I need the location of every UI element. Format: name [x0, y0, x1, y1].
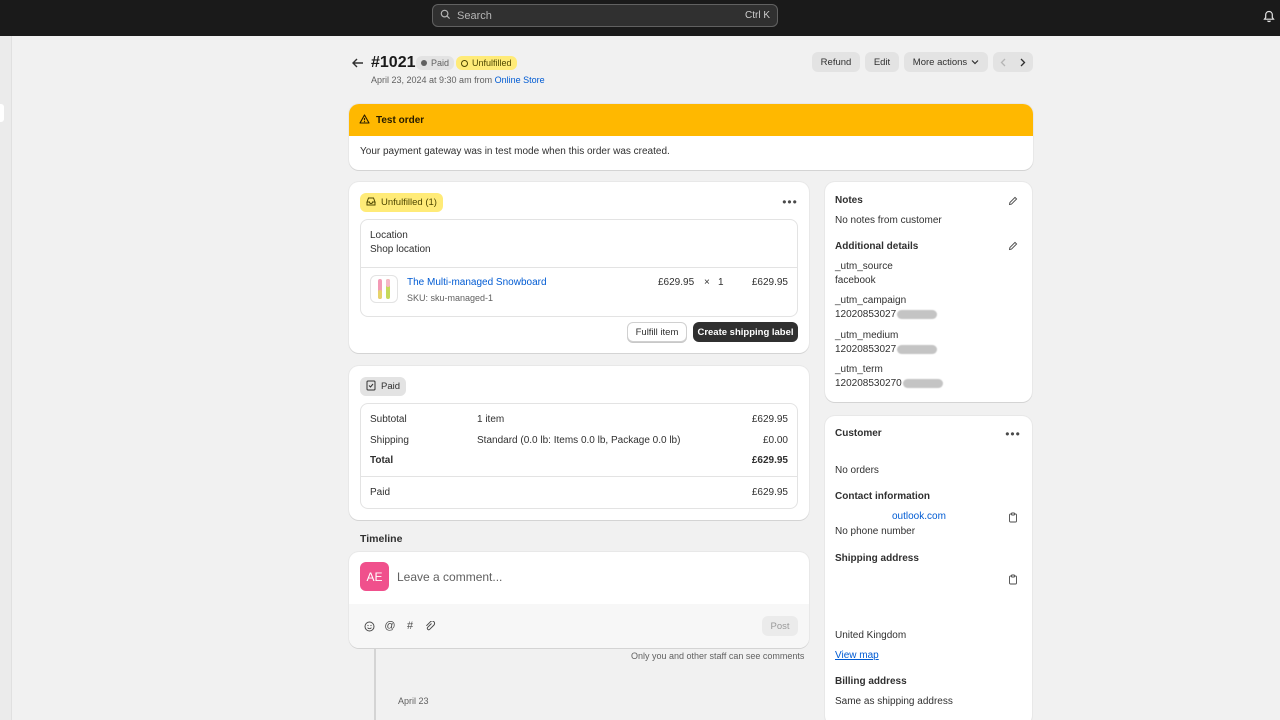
copy-icon[interactable]	[1007, 573, 1019, 585]
more-actions-button[interactable]: More actions	[904, 52, 988, 72]
customer-title: Customer	[835, 428, 882, 439]
detail-value: facebook	[835, 275, 876, 286]
timeline-line	[374, 648, 376, 720]
product-line-total: £629.95	[751, 277, 788, 288]
warning-icon	[359, 113, 370, 127]
detail-key: _utm_term	[835, 364, 883, 375]
fulfillment-details: Location Shop location The Multi-managed…	[360, 219, 798, 317]
create-shipping-label-button[interactable]: Create shipping label	[693, 322, 798, 342]
staff-visibility-note: Only you and other staff can see comment…	[631, 651, 805, 661]
redacted-mark	[897, 344, 938, 354]
refund-button[interactable]: Refund	[812, 52, 860, 72]
location-value: Shop location	[370, 244, 431, 255]
notes-title: Notes	[835, 195, 863, 206]
sidebar-collapsed	[0, 36, 12, 720]
billing-address-title: Billing address	[835, 676, 907, 687]
divider	[361, 476, 797, 477]
banner-message: Your payment gateway was in test mode wh…	[360, 146, 670, 157]
comment-toolbar: @ # Post	[349, 604, 809, 648]
detail-key: _utm_campaign	[835, 295, 907, 306]
customer-phone: No phone number	[835, 526, 916, 537]
hashtag-icon[interactable]: #	[402, 618, 418, 634]
chevron-down-icon	[971, 59, 979, 65]
detail-key: _utm_medium	[835, 330, 899, 341]
edit-button[interactable]: Edit	[865, 52, 899, 72]
additional-details-title: Additional details	[835, 241, 919, 252]
comment-box: AE Leave a comment... @ # Post	[349, 552, 809, 648]
search-shortcut: Ctrl K	[745, 10, 770, 21]
ring-icon	[461, 59, 468, 67]
product-sku: SKU: sku-managed-1	[407, 293, 494, 303]
notes-card: Notes No notes from customer Additional …	[825, 182, 1032, 402]
shipping-row: Shipping Standard (0.0 lb: Items 0.0 lb,…	[370, 435, 788, 446]
paid-row: Paid £629.95	[370, 487, 788, 498]
payment-status-badge: Paid	[416, 56, 455, 70]
chevron-left-icon[interactable]	[993, 52, 1013, 72]
order-number: #1021	[371, 54, 416, 71]
multiply-sign: ×	[704, 277, 710, 288]
redacted-mark	[902, 378, 943, 388]
edit-pencil-icon[interactable]	[1006, 239, 1020, 253]
subtotal-row: Subtotal 1 item £629.95	[370, 414, 788, 425]
dot-icon	[421, 60, 427, 66]
total-row: Total £629.95	[370, 455, 788, 466]
fulfillment-status-badge: Unfulfilled	[456, 56, 517, 70]
inbox-icon	[366, 197, 376, 209]
timeline-date: April 23	[398, 696, 429, 706]
product-link[interactable]: The Multi-managed Snowboard	[407, 277, 547, 288]
post-button[interactable]: Post	[762, 616, 798, 636]
shipping-country: United Kingdom	[835, 630, 907, 641]
order-date: April 23, 2024 at 9:30 am from Online St…	[371, 75, 545, 85]
unfulfilled-pill: Unfulfilled (1)	[360, 193, 443, 212]
notes-empty-text: No notes from customer	[835, 215, 942, 226]
detail-value-row: 120208530270	[835, 378, 943, 389]
customer-email[interactable]: outlook.com	[892, 511, 946, 522]
search-placeholder: Search	[457, 9, 492, 22]
attachment-icon[interactable]	[422, 618, 438, 634]
customer-card: Customer ••• No orders Contact informati…	[825, 416, 1032, 720]
order-pager	[993, 52, 1033, 72]
product-price: £629.95	[658, 277, 695, 288]
banner-header: Test order	[349, 104, 1033, 136]
divider	[361, 267, 797, 268]
bell-icon[interactable]	[1258, 6, 1280, 26]
sidebar-handle[interactable]	[0, 104, 4, 122]
redacted-mark	[897, 309, 938, 319]
arrow-left-icon[interactable]	[349, 55, 367, 71]
mention-icon[interactable]: @	[382, 618, 398, 634]
edit-pencil-icon[interactable]	[1006, 194, 1020, 208]
detail-key: _utm_source	[835, 261, 893, 272]
orders-count: No orders	[835, 465, 879, 476]
test-order-banner: Test order Your payment gateway was in t…	[349, 104, 1033, 170]
receipt-check-icon	[366, 380, 376, 394]
search-icon	[440, 9, 451, 23]
avatar: AE	[360, 562, 389, 591]
product-quantity: 1	[718, 277, 724, 288]
paid-pill: Paid	[360, 377, 407, 396]
view-map-link[interactable]: View map	[835, 650, 879, 661]
more-options-icon[interactable]: •••	[1004, 427, 1022, 441]
shipping-address-title: Shipping address	[835, 553, 919, 564]
fulfillment-card: Unfulfilled (1) ••• Location Shop locati…	[349, 182, 809, 353]
contact-title: Contact information	[835, 491, 930, 502]
comment-input[interactable]: Leave a comment...	[397, 570, 502, 584]
payment-card: Paid Subtotal 1 item £629.95 Shipping St…	[349, 366, 809, 520]
product-thumbnail[interactable]	[370, 275, 398, 303]
search-bar[interactable]: Search Ctrl K	[432, 4, 778, 27]
payment-summary: Subtotal 1 item £629.95 Shipping Standar…	[360, 403, 798, 509]
detail-value-row: 12020853027	[835, 309, 938, 320]
banner-title: Test order	[376, 114, 425, 126]
emoji-icon[interactable]	[361, 618, 377, 634]
detail-value-row: 12020853027	[835, 344, 938, 355]
chevron-right-icon[interactable]	[1013, 52, 1033, 72]
more-options-icon[interactable]: •••	[781, 195, 799, 209]
fulfill-item-button[interactable]: Fulfill item	[627, 322, 687, 342]
top-bar: Search Ctrl K	[0, 0, 1280, 36]
channel-link[interactable]: Online Store	[495, 75, 545, 85]
billing-address-text: Same as shipping address	[835, 696, 953, 707]
timeline-title: Timeline	[360, 533, 403, 545]
copy-icon[interactable]	[1007, 511, 1019, 523]
location-label: Location	[370, 230, 408, 241]
